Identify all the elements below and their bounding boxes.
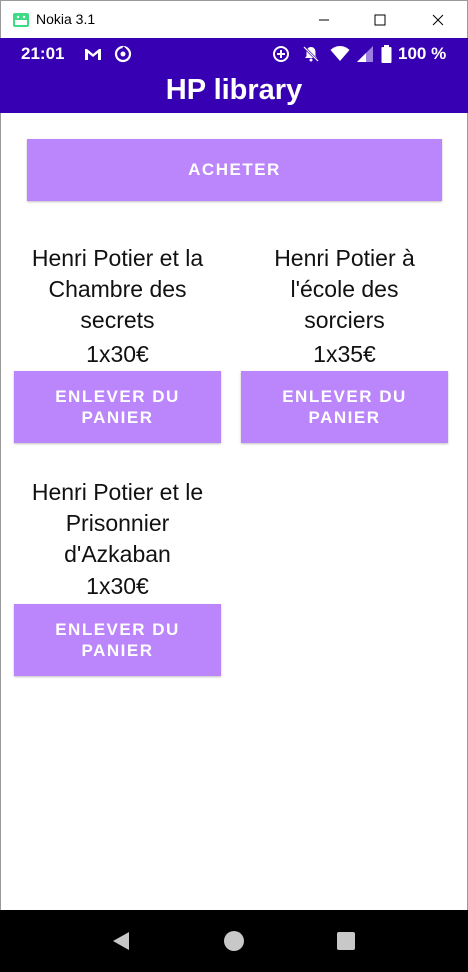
book-quantity-price: 1x30€ — [86, 573, 149, 599]
close-icon[interactable] — [415, 1, 461, 39]
book-title: Henri Potier et le Prisonnier d'Azkaban — [31, 479, 204, 567]
sync-icon — [114, 45, 132, 63]
maximize-icon[interactable] — [357, 1, 403, 39]
app-bar: HP library — [0, 70, 468, 113]
book-quantity-price: 1x30€ — [86, 341, 149, 367]
book-title: Henri Potier et la Chambre des secrets — [31, 245, 204, 333]
home-icon[interactable] — [221, 928, 247, 954]
book-quantity-price: 1x35€ — [313, 341, 376, 367]
remove-from-cart-button[interactable]: ENLEVER DU PANIER — [241, 371, 448, 443]
android-emulator-icon — [12, 12, 30, 28]
data-saver-icon — [272, 45, 290, 63]
remove-from-cart-button[interactable]: ENLEVER DU PANIER — [14, 604, 221, 676]
navigation-bar — [0, 910, 468, 972]
app-title: HP library — [165, 74, 303, 106]
back-icon[interactable] — [108, 928, 134, 954]
book-title: Henri Potier à l'école des sorciers — [274, 245, 415, 333]
status-time: 21:01 — [21, 44, 65, 63]
wifi-icon — [330, 45, 350, 63]
notifications-off-icon — [302, 45, 320, 63]
battery-percentage: 100 % — [398, 44, 447, 63]
signal-icon — [356, 45, 374, 63]
window-title: Nokia 3.1 — [36, 11, 96, 27]
window-frame-left — [0, 38, 1, 910]
minimize-icon[interactable] — [301, 1, 347, 39]
battery-icon — [381, 45, 392, 63]
window-title-bar: Nokia 3.1 — [0, 0, 468, 38]
remove-from-cart-button[interactable]: ENLEVER DU PANIER — [14, 371, 221, 443]
buy-button[interactable]: ACHETER — [27, 139, 442, 201]
status-bar: 21:01 100 % — [0, 38, 468, 70]
recents-icon[interactable] — [333, 928, 359, 954]
gmail-icon — [84, 45, 102, 63]
